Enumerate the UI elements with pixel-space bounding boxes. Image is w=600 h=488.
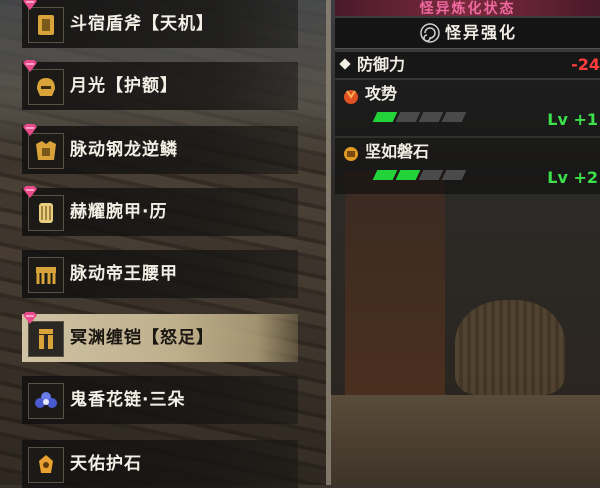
equipment-label: 斗宿盾斧【天机】 [70,14,214,34]
equipment-label: 脉动钢龙逆鳞 [70,140,178,160]
skill-level-bars [372,112,467,122]
waist-armor-icon [28,257,64,293]
level-segment-filled [372,170,398,180]
level-segment-empty [441,170,467,180]
skill-name: 攻势 [365,84,398,103]
panel-header: 怪异炼化状态 [335,0,600,17]
stat-value: -24 [571,55,600,74]
augment-badge-icon [23,0,37,10]
equipment-row-waist[interactable]: 脉动帝王腰甲 [22,250,298,298]
panel-header-title: 怪异炼化状态 [419,1,516,17]
level-segment-filled [372,112,398,122]
skill-level-text: Lv +2 [547,168,598,187]
level-segment-empty [395,112,421,122]
level-segment-filled [395,170,421,180]
spiral-icon [420,23,440,43]
chest-armor-icon [28,133,64,169]
level-segment-empty [441,112,467,122]
list-scrollbar[interactable] [326,0,331,485]
diamond-bullet-icon [339,58,351,70]
level-segment-empty [418,112,444,122]
talisman-flower-icon [28,383,64,419]
skill-row-attack: 攻势 Lv +1 [335,80,600,136]
augment-badge-icon [23,312,37,324]
equipment-row-legs[interactable]: 冥渊缠铠【怒足】 [22,312,298,362]
skill-level-text: Lv +1 [547,110,598,129]
augment-badge-icon [23,60,37,72]
equipment-label: 冥渊缠铠【怒足】 [70,328,214,348]
level-segment-empty [418,170,444,180]
equipment-label: 鬼香花链·三朵 [70,390,186,410]
equipment-row-chest[interactable]: 脉动钢龙逆鳞 [22,124,298,174]
skill-name: 坚如磐石 [365,142,430,161]
equipment-label: 月光【护额】 [70,76,178,96]
skill-row-guard: 坚如磐石 Lv +2 [335,138,600,194]
augment-badge-icon [23,186,37,198]
leg-armor-icon [28,321,64,357]
panel-subheader-title: 怪异强化 [445,23,518,42]
equipment-row-charm[interactable]: 天佑护石 [22,440,298,488]
equipment-label: 天佑护石 [70,454,142,474]
equipment-list: 斗宿盾斧【天机】 月光【护额】 脉动钢龙逆鳞 赫耀腕甲·历 脉动帝王腰甲 冥渊缠… [0,0,320,488]
augment-status-panel: 怪异炼化状态 怪异强化 防御力 -24 攻势 Lv +1 坚如磐石 Lv +2 [335,0,600,485]
attack-skill-icon [344,90,358,104]
augment-badge-icon [23,124,37,136]
panel-subheader: 怪异强化 [335,18,600,49]
equipment-row-arms[interactable]: 赫耀腕甲·历 [22,186,298,236]
gauntlet-icon [28,195,64,231]
charge-blade-icon [28,7,64,43]
equipment-row-weapon[interactable]: 斗宿盾斧【天机】 [22,0,298,48]
stat-name: 防御力 [357,55,406,74]
equipment-row-head[interactable]: 月光【护额】 [22,60,298,110]
guard-skill-icon [344,147,358,161]
skill-level-bars [372,170,467,180]
equipment-label: 赫耀腕甲·历 [70,202,168,222]
equipment-label: 脉动帝王腰甲 [70,264,178,284]
equipment-row-talisman[interactable]: 鬼香花链·三朵 [22,376,298,424]
charm-icon [28,447,64,483]
defense-stat-row: 防御力 -24 [335,52,600,78]
helmet-icon [28,69,64,105]
